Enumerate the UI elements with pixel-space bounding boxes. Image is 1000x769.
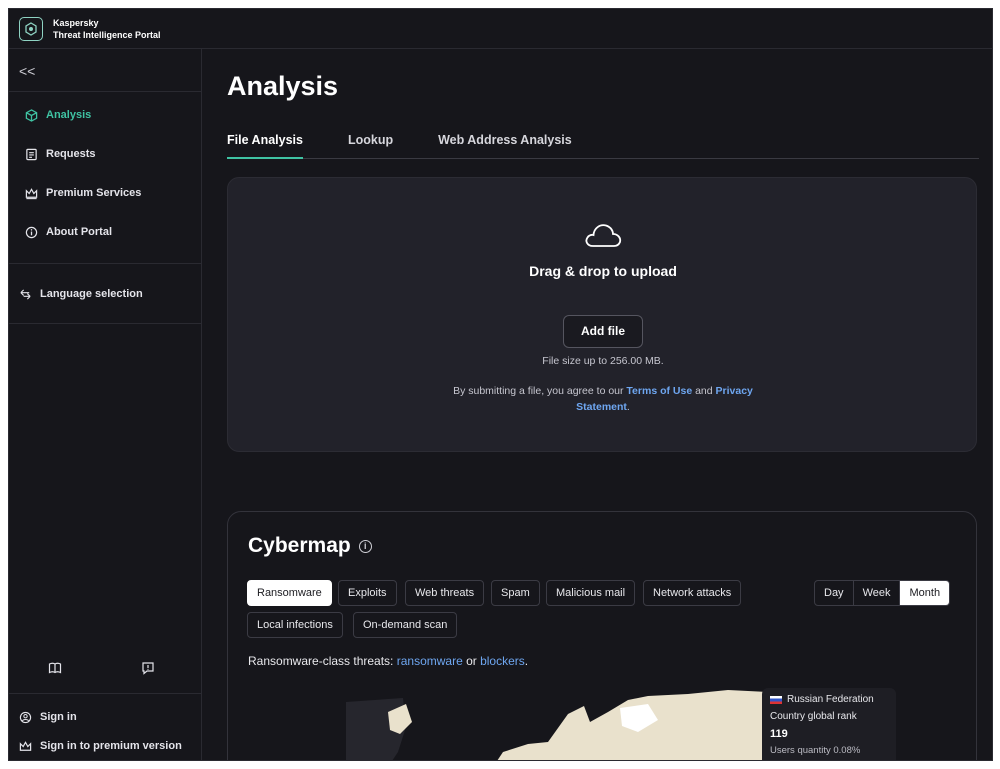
cybermap-panel: Cybermap i Ransomware Exploits Web threa… — [227, 511, 977, 760]
top-bar: Kaspersky Threat Intelligence Portal — [9, 9, 992, 49]
sidebar-divider — [9, 263, 202, 264]
language-icon — [20, 288, 31, 300]
tooltip-country-name: Russian Federation — [787, 694, 874, 705]
user-icon — [19, 711, 32, 723]
threats-prefix: Ransomware-class threats: — [248, 654, 397, 668]
filter-ransomware[interactable]: Ransomware — [247, 580, 332, 606]
filter-network-attacks[interactable]: Network attacks — [643, 580, 742, 606]
tab-lookup[interactable]: Lookup — [348, 133, 393, 159]
terms-and: and — [692, 385, 716, 397]
period-day[interactable]: Day — [815, 581, 854, 605]
kaspersky-logo-icon[interactable] — [19, 16, 43, 41]
sidebar-item-label: Requests — [46, 148, 96, 160]
blockers-link[interactable]: blockers — [480, 654, 525, 668]
sign-in-label: Sign in — [40, 711, 77, 723]
analysis-tabs: File Analysis Lookup Web Address Analysi… — [227, 133, 979, 159]
sign-in-premium-button[interactable]: Sign in to premium version — [19, 736, 182, 756]
threats-or: or — [462, 654, 481, 668]
terms-of-use-link[interactable]: Terms of Use — [626, 385, 692, 397]
file-upload-dropzone[interactable]: Drag & drop to upload Add file File size… — [227, 177, 977, 452]
app-window: Kaspersky Threat Intelligence Portal << … — [8, 8, 993, 761]
sign-in-premium-label: Sign in to premium version — [40, 740, 182, 752]
sidebar-item-label: About Portal — [46, 226, 112, 238]
tooltip-users: Users quantity 0.08% — [770, 745, 888, 756]
main-content: Analysis File Analysis Lookup Web Addres… — [203, 49, 992, 760]
tooltip-rank-value: 119 — [770, 728, 788, 740]
tooltip-country: Russian Federation — [770, 694, 888, 705]
sign-in-button[interactable]: Sign in — [19, 707, 77, 727]
tooltip-users-value: 0.08% — [833, 745, 861, 756]
collapse-sidebar-button[interactable]: << — [19, 63, 35, 79]
threats-suffix: . — [524, 654, 529, 668]
sidebar: << Analysis Requests Premium Services Ab… — [9, 49, 202, 760]
language-selection-label: Language selection — [40, 288, 143, 300]
sidebar-item-about-portal[interactable]: About Portal — [25, 222, 112, 242]
sidebar-item-label: Premium Services — [46, 187, 142, 199]
feedback-icon[interactable] — [141, 661, 155, 680]
document-icon — [26, 148, 37, 160]
dropzone-heading: Drag & drop to upload — [529, 263, 677, 279]
cybermap-title-text: Cybermap — [248, 534, 351, 557]
ransomware-link[interactable]: ransomware — [397, 654, 463, 668]
filter-local-infections[interactable]: Local infections — [247, 612, 343, 638]
sidebar-divider — [9, 323, 202, 324]
book-icon[interactable] — [48, 661, 62, 680]
tab-web-address-analysis[interactable]: Web Address Analysis — [438, 133, 572, 159]
period-week[interactable]: Week — [854, 581, 901, 605]
sidebar-item-premium-services[interactable]: Premium Services — [25, 183, 141, 203]
info-icon — [25, 226, 38, 238]
info-icon[interactable]: i — [358, 539, 372, 553]
tooltip-rank-label: Country global rank — [770, 711, 857, 722]
filter-exploits[interactable]: Exploits — [338, 580, 397, 606]
period-selector: Day Week Month — [814, 580, 951, 606]
filter-web-threats[interactable]: Web threats — [405, 580, 485, 606]
filter-on-demand-scan[interactable]: On-demand scan — [353, 612, 458, 638]
sidebar-item-requests[interactable]: Requests — [25, 144, 96, 164]
sidebar-item-label: Analysis — [46, 109, 92, 121]
brand-line-2: Threat Intelligence Portal — [53, 29, 161, 40]
sidebar-divider — [9, 693, 202, 694]
tab-file-analysis[interactable]: File Analysis — [227, 133, 303, 159]
page-title: Analysis — [227, 71, 339, 101]
sidebar-divider — [9, 91, 202, 92]
country-tooltip: Russian Federation Country global rank 1… — [762, 688, 896, 760]
sidebar-item-analysis[interactable]: Analysis — [25, 105, 91, 125]
cube-icon — [25, 108, 38, 122]
brand-name[interactable]: Kaspersky Threat Intelligence Portal — [53, 17, 161, 41]
cloud-upload-icon — [585, 224, 622, 247]
tooltip-users-label: Users quantity — [770, 745, 831, 756]
period-month[interactable]: Month — [900, 581, 950, 605]
crown-icon — [19, 740, 32, 751]
russia-flag-icon — [770, 695, 782, 704]
terms-prefix: By submitting a file, you agree to our — [453, 385, 627, 397]
cybermap-title: Cybermap i — [248, 534, 372, 558]
brand-line-1: Kaspersky — [53, 17, 99, 28]
crown-icon — [25, 187, 38, 199]
add-file-button[interactable]: Add file — [563, 315, 643, 348]
terms-suffix: . — [626, 401, 630, 413]
threats-description: Ransomware-class threats: ransomware or … — [248, 654, 528, 668]
terms-notice: By submitting a file, you agree to our T… — [438, 383, 768, 415]
filter-malicious-mail[interactable]: Malicious mail — [546, 580, 636, 606]
language-selection-button[interactable]: Language selection — [19, 284, 143, 304]
file-size-note: File size up to 256.00 MB. — [542, 355, 664, 367]
filter-spam[interactable]: Spam — [491, 580, 540, 606]
